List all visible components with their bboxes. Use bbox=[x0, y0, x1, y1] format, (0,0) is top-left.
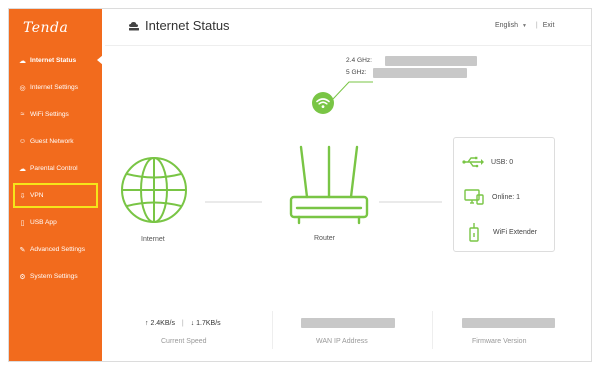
sidebar-item-label: WiFi Settings bbox=[30, 111, 69, 118]
wan-ip-redacted bbox=[301, 318, 395, 328]
wifi-extender-label: WiFi Extender bbox=[493, 228, 537, 236]
online-devices[interactable]: Online: 1 bbox=[464, 189, 520, 205]
internet-status-icon: ☁ bbox=[19, 57, 26, 65]
chevron-down-icon[interactable]: ▼ bbox=[522, 23, 527, 29]
usb-status[interactable]: USB: 0 bbox=[462, 156, 513, 168]
wifi-signal-icon bbox=[316, 98, 330, 108]
sidebar-item-label: System Settings bbox=[30, 273, 78, 280]
speed-separator: | bbox=[181, 320, 184, 327]
sidebar-item-label: Advanced Settings bbox=[30, 246, 85, 253]
sidebar-item-guest-network[interactable]: ☺ Guest Network bbox=[9, 128, 102, 155]
wifi-extender-icon bbox=[469, 223, 479, 242]
sidebar-item-label: Internet Status bbox=[30, 57, 77, 64]
current-speed-label: Current Speed bbox=[161, 338, 207, 345]
exit-link[interactable]: Exit bbox=[543, 22, 555, 29]
online-count: Online: 1 bbox=[492, 193, 521, 201]
sidebar-item-label: Guest Network bbox=[30, 138, 74, 145]
sidebar-item-parental-control[interactable]: ☁ Parental Control bbox=[9, 155, 102, 182]
sidebar-item-label: Parental Control bbox=[30, 165, 78, 172]
sidebar-item-label: VPN bbox=[30, 192, 44, 199]
stats-divider bbox=[432, 311, 433, 349]
globe-icon: ◎ bbox=[19, 84, 26, 92]
devices-panel: USB: 0 Online: 1 WiFi Extender bbox=[453, 137, 555, 252]
sidebar-item-system-settings[interactable]: ⚙ System Settings bbox=[9, 263, 102, 290]
band-5-label: 5 GHz: bbox=[346, 69, 367, 76]
parental-icon: ☁ bbox=[19, 165, 26, 173]
stats-divider bbox=[272, 311, 273, 349]
usb-icon bbox=[462, 156, 484, 168]
wifi-connector-line bbox=[332, 81, 373, 100]
sidebar: Tenda ☁ Internet Status ◎ Internet Setti… bbox=[9, 9, 103, 361]
wrench-icon: ✎ bbox=[19, 246, 26, 254]
header-divider-line bbox=[105, 45, 591, 46]
vpn-download-icon: ⇩ bbox=[19, 192, 26, 200]
sidebar-item-internet-status[interactable]: ☁ Internet Status bbox=[9, 47, 103, 74]
router-icon bbox=[289, 145, 369, 225]
page-header: Internet Status bbox=[128, 18, 230, 33]
settings-gear-icon: ⚙ bbox=[19, 273, 26, 281]
download-speed: ↓ 1.7KB/s bbox=[190, 320, 221, 327]
wifi-status-badge[interactable] bbox=[312, 92, 334, 114]
wan-ip-label: WAN IP Address bbox=[316, 338, 368, 345]
sidebar-item-label: Internet Settings bbox=[30, 84, 79, 91]
app-window: Tenda ☁ Internet Status ◎ Internet Setti… bbox=[8, 8, 592, 362]
current-speed: ↑ 2.4KB/s | ↓ 1.7KB/s bbox=[145, 320, 221, 327]
sidebar-nav: ☁ Internet Status ◎ Internet Settings ≈ … bbox=[9, 47, 103, 290]
usb-count: USB: 0 bbox=[491, 158, 514, 166]
sidebar-item-usb-app[interactable]: ▯ USB App bbox=[9, 209, 102, 236]
wifi-icon: ≈ bbox=[20, 111, 25, 118]
sidebar-item-vpn[interactable]: ⇩ VPN bbox=[12, 182, 99, 209]
band-24-ssid-redacted bbox=[385, 56, 477, 66]
header-actions: English ▼ | Exit bbox=[495, 22, 554, 29]
band-24-label: 2.4 GHz: bbox=[346, 57, 373, 64]
language-select[interactable]: English bbox=[495, 22, 518, 29]
internet-label: Internet bbox=[141, 236, 165, 243]
header-divider: | bbox=[535, 22, 538, 29]
firmware-version-redacted bbox=[462, 318, 555, 328]
router-label: Router bbox=[314, 235, 336, 242]
sidebar-item-advanced-settings[interactable]: ✎ Advanced Settings bbox=[9, 236, 102, 263]
page-title: Internet Status bbox=[145, 18, 230, 33]
globe-icon bbox=[121, 157, 187, 223]
sidebar-item-wifi-settings[interactable]: ≈ WiFi Settings bbox=[9, 101, 102, 128]
sidebar-item-internet-settings[interactable]: ◎ Internet Settings bbox=[9, 74, 102, 101]
usb-icon: ▯ bbox=[20, 219, 25, 227]
band-5-ssid-redacted bbox=[373, 68, 467, 78]
devices-icon bbox=[464, 189, 484, 205]
guest-icon: ☺ bbox=[18, 138, 27, 145]
firmware-version-label: Firmware Version bbox=[472, 338, 527, 345]
upload-speed: ↑ 2.4KB/s bbox=[145, 320, 175, 327]
cloud-router-icon bbox=[129, 21, 139, 30]
wifi-extender-status[interactable]: WiFi Extender bbox=[469, 222, 537, 242]
sidebar-item-label: USB App bbox=[30, 219, 57, 226]
tenda-logo: Tenda bbox=[23, 20, 69, 36]
